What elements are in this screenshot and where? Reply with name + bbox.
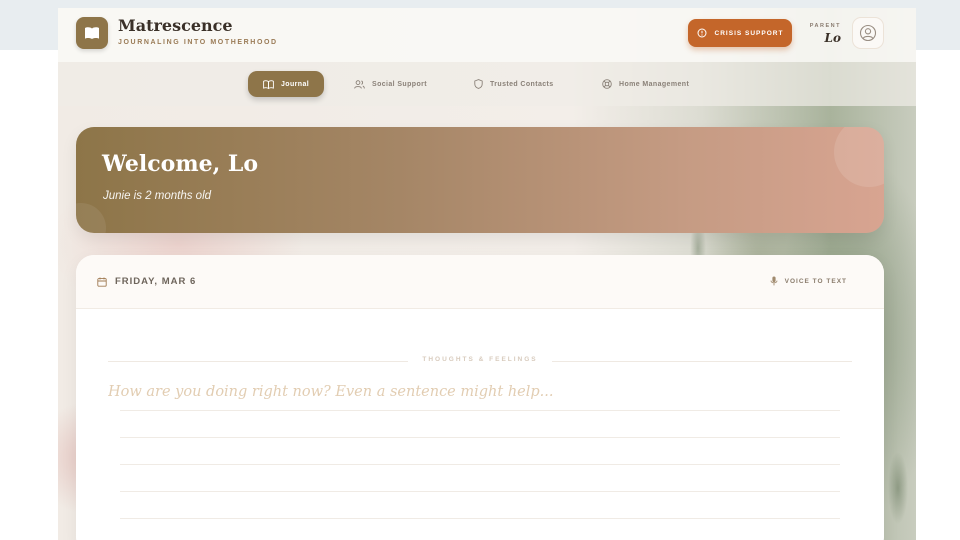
app-window: Matrescence JOURNALING INTO MOTHERHOOD C…	[58, 8, 916, 540]
journal-card: FRIDAY, MAR 6 VOICE TO TEXT THOUGHTS & F…	[76, 255, 884, 540]
profile-button[interactable]	[852, 17, 884, 49]
ruled-line	[120, 518, 840, 519]
parent-role-label: PARENT	[809, 23, 841, 29]
main-nav: Journal Social Support Trusted Contacts	[58, 62, 916, 106]
nav-label: Trusted Contacts	[490, 80, 554, 88]
alert-circle-icon	[697, 28, 707, 38]
shield-icon	[474, 79, 483, 89]
ruled-line	[120, 437, 840, 438]
voice-to-text-label: VOICE TO TEXT	[784, 277, 847, 285]
ruled-line	[120, 464, 840, 465]
ruled-line	[120, 410, 840, 411]
nav-label: Journal	[281, 80, 310, 88]
book-icon	[263, 79, 274, 89]
lifebuoy-icon	[602, 79, 612, 89]
journal-entry-input[interactable]	[108, 379, 848, 405]
app-header: Matrescence JOURNALING INTO MOTHERHOOD C…	[58, 8, 916, 62]
nav-item-trusted-contacts[interactable]: Trusted Contacts	[474, 71, 554, 97]
brand-name: Matrescence	[118, 16, 233, 35]
brand-tagline: JOURNALING INTO MOTHERHOOD	[118, 39, 278, 46]
decorative-circle	[834, 127, 884, 187]
microphone-icon	[770, 276, 778, 286]
nav-label: Social Support	[372, 80, 427, 88]
journal-date-text: FRIDAY, MAR 6	[115, 276, 197, 287]
welcome-subtitle: Junie is 2 months old	[103, 190, 212, 202]
users-icon	[354, 79, 365, 89]
book-icon	[85, 27, 99, 39]
nav-item-home-management[interactable]: Home Management	[602, 71, 689, 97]
parent-name: Lo	[824, 31, 841, 45]
voice-to-text-button[interactable]: VOICE TO TEXT	[770, 276, 847, 286]
nav-item-social-support[interactable]: Social Support	[354, 71, 427, 97]
section-label: THOUGHTS & FEELINGS	[422, 356, 538, 363]
journal-card-header: FRIDAY, MAR 6 VOICE TO TEXT	[76, 255, 884, 309]
nav-label: Home Management	[619, 80, 690, 88]
crisis-support-button[interactable]: CRISIS SUPPORT	[688, 19, 792, 47]
section-divider: THOUGHTS & FEELINGS	[108, 355, 852, 367]
calendar-icon	[97, 277, 107, 287]
nav-item-journal[interactable]: Journal	[248, 71, 325, 97]
welcome-title: Welcome, Lo	[102, 151, 259, 177]
logo	[76, 17, 108, 49]
welcome-banner: Welcome, Lo Junie is 2 months old	[76, 127, 884, 233]
decorative-circle	[76, 203, 106, 233]
journal-date: FRIDAY, MAR 6	[97, 276, 196, 287]
crisis-support-label: CRISIS SUPPORT	[714, 29, 784, 37]
ruled-line	[120, 491, 840, 492]
user-circle-icon	[859, 24, 877, 42]
